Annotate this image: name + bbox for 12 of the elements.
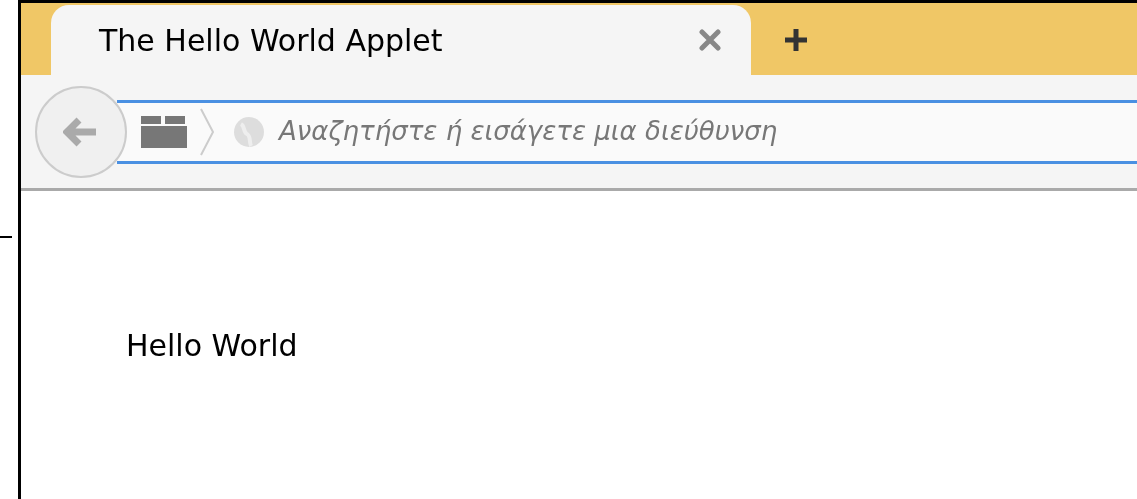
- dash-mark: [0, 236, 12, 238]
- browser-tab[interactable]: The Hello World Applet: [51, 5, 751, 75]
- globe-icon: [233, 115, 265, 148]
- tab-title: The Hello World Applet: [99, 21, 443, 60]
- chevron-icon: [199, 106, 215, 157]
- plus-icon[interactable]: [783, 27, 809, 53]
- back-arrow-icon: [63, 116, 99, 147]
- address-placeholder: Αναζητήστε ή εισάγετε μια διεύθυνση: [279, 115, 778, 148]
- close-icon[interactable]: [699, 29, 721, 51]
- address-field[interactable]: Αναζητήστε ή εισάγετε μια διεύθυνση: [117, 99, 1137, 164]
- folder-icon[interactable]: [141, 115, 187, 148]
- hello-text: Hello World: [126, 328, 298, 363]
